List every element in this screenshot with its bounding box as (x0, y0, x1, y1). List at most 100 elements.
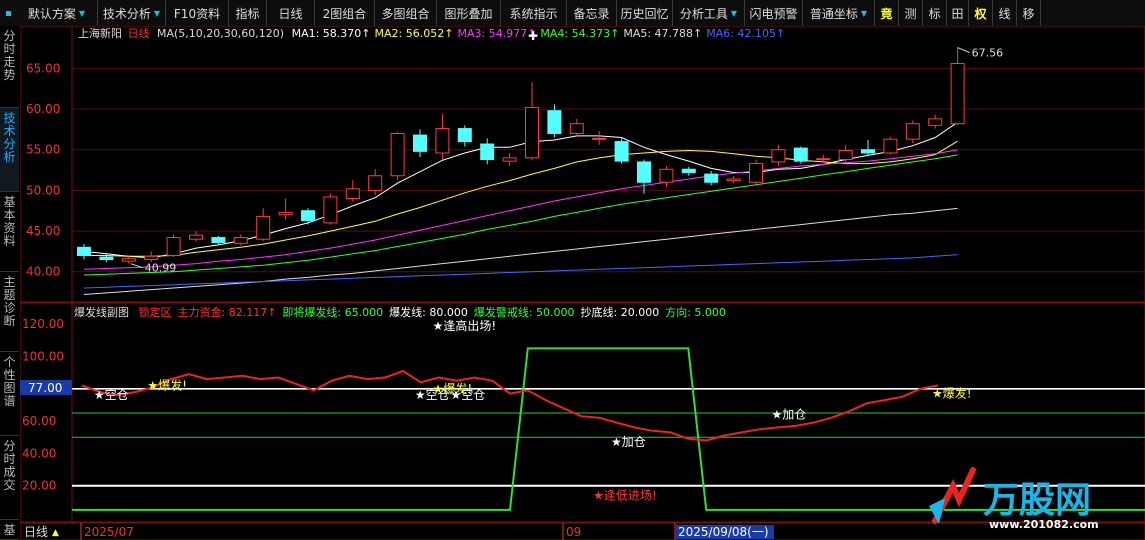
candle-body (928, 118, 943, 126)
candle-body (278, 211, 293, 216)
toolbar-button-label: 移 (1022, 6, 1035, 21)
toolbar-button-label: 图形叠加 (444, 6, 493, 21)
candle-body (525, 106, 539, 159)
price-panel-frame (20, 26, 1145, 303)
candle-body (457, 128, 472, 143)
signal-label: ★加仓 (611, 435, 646, 449)
toolbar-button-label: 备忘录 (573, 6, 610, 21)
toolbar-menu-icon[interactable] (0, 0, 16, 26)
signal-label: ★加仓 (772, 408, 807, 422)
candle[interactable] (166, 234, 181, 258)
candle-body (413, 134, 427, 152)
toolbar-button-7[interactable]: 图形叠加 (437, 0, 501, 26)
period-arrow-icon[interactable]: ▲ (52, 528, 59, 538)
toolbar-button-15[interactable]: 测 (899, 0, 923, 26)
sidebar-tab-1[interactable]: 技术分析 (0, 108, 19, 192)
ma-value-2: MA2: 56.052↑ (375, 27, 454, 40)
period-label-bottom: 日线 (24, 525, 48, 539)
signal-label: ★空仓 (451, 388, 486, 402)
toolbar-button-2[interactable]: F10资料 (166, 0, 229, 26)
toolbar-button-18[interactable]: 权 (969, 0, 993, 26)
ma-value-6: MA6: 42.105↑ (706, 27, 785, 40)
candle-body (166, 237, 181, 256)
toolbar-button-label: 权 (974, 6, 987, 21)
toolbar-button-1[interactable]: 技术分析 ▼ (98, 0, 166, 26)
candle-body (883, 138, 898, 154)
price-tick-label: 40.00 (26, 265, 60, 279)
toolbar-button-3[interactable]: 指标 (229, 0, 267, 26)
date-label: 2025/09/08(一) (678, 525, 769, 539)
ma-value-1: MA1: 58.370↑ (292, 27, 371, 40)
candle-body (502, 157, 517, 162)
period-label: 日线 (128, 26, 150, 40)
candle-body (211, 237, 226, 243)
low-marker-label: 40.99 (145, 262, 177, 275)
chart-area[interactable]: 上海新阳 日线 MA(5,10,20,30,60,120) MA1: 58.37… (20, 26, 1145, 540)
candle-body (435, 128, 450, 154)
price-tick-label: 45.00 (26, 224, 60, 238)
candle-body (905, 123, 920, 140)
toolbar-button-5[interactable]: 2图组合 (315, 0, 375, 26)
toolbar-button-13[interactable]: 普通坐标 ▼ (803, 0, 875, 26)
candle[interactable] (793, 146, 808, 164)
sidebar-tab-4[interactable]: 个性图谱 (0, 352, 19, 436)
candle-body (749, 163, 763, 183)
toolbar-button-4[interactable]: 日线 (267, 0, 315, 26)
indicator-tick-label: 120.00 (22, 317, 64, 331)
toolbar-button-10[interactable]: 历史回忆 (617, 0, 673, 26)
indicator-name: 爆发线副图 (74, 305, 129, 319)
indicator-param-6: 方向: 5.000 (665, 305, 726, 319)
toolbar-button-8[interactable]: 系统指示 (501, 0, 567, 26)
candle-body (838, 150, 853, 160)
toolbar-button-20[interactable]: 移 (1017, 0, 1041, 26)
toolbar-button-label: 默认方案 (27, 6, 76, 21)
toolbar-button-label: 历史回忆 (620, 6, 669, 21)
candle-body (681, 168, 696, 174)
indicator-tick-label: 20.00 (22, 479, 56, 493)
candle-body (704, 173, 719, 183)
toolbar-button-label: 日线 (278, 6, 303, 21)
toolbar-button-label: 标 (928, 6, 941, 21)
toolbar-button-label: 竟 (880, 6, 893, 21)
toolbar-button-14[interactable]: 竟 (875, 0, 899, 26)
toolbar-button-17[interactable]: 田 (947, 0, 969, 26)
candle-body (637, 161, 651, 183)
candle-body (368, 175, 383, 191)
signal-label: ★逢高出场! (433, 318, 497, 333)
candle-body (950, 63, 965, 125)
stock-name: 上海新阳 (78, 26, 122, 40)
watermark-url: www.201082.com (989, 518, 1099, 531)
sidebar-tab-2[interactable]: 基本资料 (0, 192, 19, 272)
toolbar-button-0[interactable]: 默认方案 ▼ (16, 0, 98, 26)
signal-label: ★空仓 (94, 388, 129, 402)
candle-body (301, 210, 315, 221)
sidebar-tab-3[interactable]: 主题诊断 (0, 272, 19, 352)
candle-body (659, 168, 674, 183)
toolbar-button-19[interactable]: 线 (993, 0, 1017, 26)
candle[interactable] (749, 159, 763, 184)
toolbar-button-12[interactable]: 闪电预警 (745, 0, 803, 26)
indicator-tick-label: 100.00 (22, 349, 64, 363)
price-tick-label: 60.00 (26, 102, 60, 116)
candle-body (189, 234, 203, 240)
sidebar-tab-6[interactable]: 基 (0, 520, 19, 540)
toolbar-button-6[interactable]: 多图组合 (375, 0, 437, 26)
candle[interactable] (390, 131, 405, 180)
toolbar-button-16[interactable]: 标 (923, 0, 947, 26)
candle[interactable] (614, 138, 629, 164)
toolbar-button-11[interactable]: 分析工具 ▼ (673, 0, 745, 26)
candle-body (99, 256, 114, 261)
sidebar-tab-0[interactable]: 分时走势 (0, 26, 19, 108)
candle[interactable] (883, 136, 898, 155)
sidebar-tab-5[interactable]: 分时成交 (0, 436, 19, 520)
candle[interactable] (323, 193, 338, 225)
toolbar-button-9[interactable]: 备忘录 (567, 0, 617, 26)
indicator-param-4: 爆发警戒线: 50.000 (474, 305, 575, 319)
indicator-param-3: 爆发线: 80.000 (389, 305, 468, 319)
price-tick-label: 50.00 (26, 183, 60, 197)
indicator-param-5: 抄底线: 20.000 (581, 305, 660, 319)
toolbar-button-label: 闪电预警 (749, 6, 798, 21)
candle-body (233, 237, 248, 244)
candle-body (256, 215, 271, 240)
candle-body (323, 196, 338, 224)
